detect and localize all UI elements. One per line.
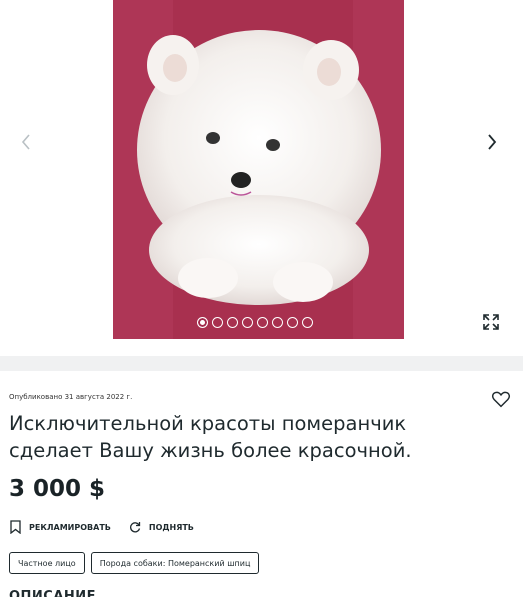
ad-actions: РЕКЛАМИРОВАТЬ ПОДНЯТЬ <box>10 520 194 534</box>
raise-button[interactable]: ПОДНЯТЬ <box>129 520 194 534</box>
tag-seller-type[interactable]: Частное лицо <box>9 552 85 574</box>
pagination-dot[interactable] <box>227 317 238 328</box>
pagination-dot[interactable] <box>272 317 283 328</box>
pagination-dot[interactable] <box>257 317 268 328</box>
photo-gallery <box>0 0 523 356</box>
raise-label: ПОДНЯТЬ <box>148 522 194 532</box>
report-button[interactable]: РЕКЛАМИРОВАТЬ <box>10 520 111 534</box>
favorite-button[interactable] <box>490 388 512 410</box>
pagination-dot[interactable] <box>242 317 253 328</box>
fullscreen-button[interactable] <box>481 312 501 332</box>
ad-price: 3 000 $ <box>9 476 106 502</box>
description-heading: ОПИСАНИЕ <box>9 589 97 597</box>
pagination-dot[interactable] <box>302 317 313 328</box>
pagination-dot[interactable] <box>197 317 208 328</box>
bookmark-icon <box>10 520 21 534</box>
chevron-right-icon <box>488 134 497 150</box>
published-date: Опубликовано 31 августа 2022 г. <box>9 393 133 401</box>
photo-pagination <box>197 317 313 328</box>
report-label: РЕКЛАМИРОВАТЬ <box>29 522 111 532</box>
pomeranian-image <box>113 0 404 339</box>
pagination-dot[interactable] <box>212 317 223 328</box>
expand-icon <box>483 314 499 330</box>
pagination-dot[interactable] <box>287 317 298 328</box>
prev-photo-button[interactable] <box>13 128 39 156</box>
chevron-left-icon <box>21 134 30 150</box>
heart-icon <box>491 391 511 408</box>
ad-title: Исключительной красоты померанчик сделае… <box>9 412 412 462</box>
ad-tags: Частное лицо Порода собаки: Померанский … <box>9 552 260 574</box>
next-photo-button[interactable] <box>479 128 505 156</box>
section-divider <box>0 356 523 371</box>
tag-breed[interactable]: Порода собаки: Померанский шпиц <box>90 552 260 574</box>
dog-photo[interactable] <box>113 0 404 339</box>
refresh-icon <box>129 522 141 533</box>
